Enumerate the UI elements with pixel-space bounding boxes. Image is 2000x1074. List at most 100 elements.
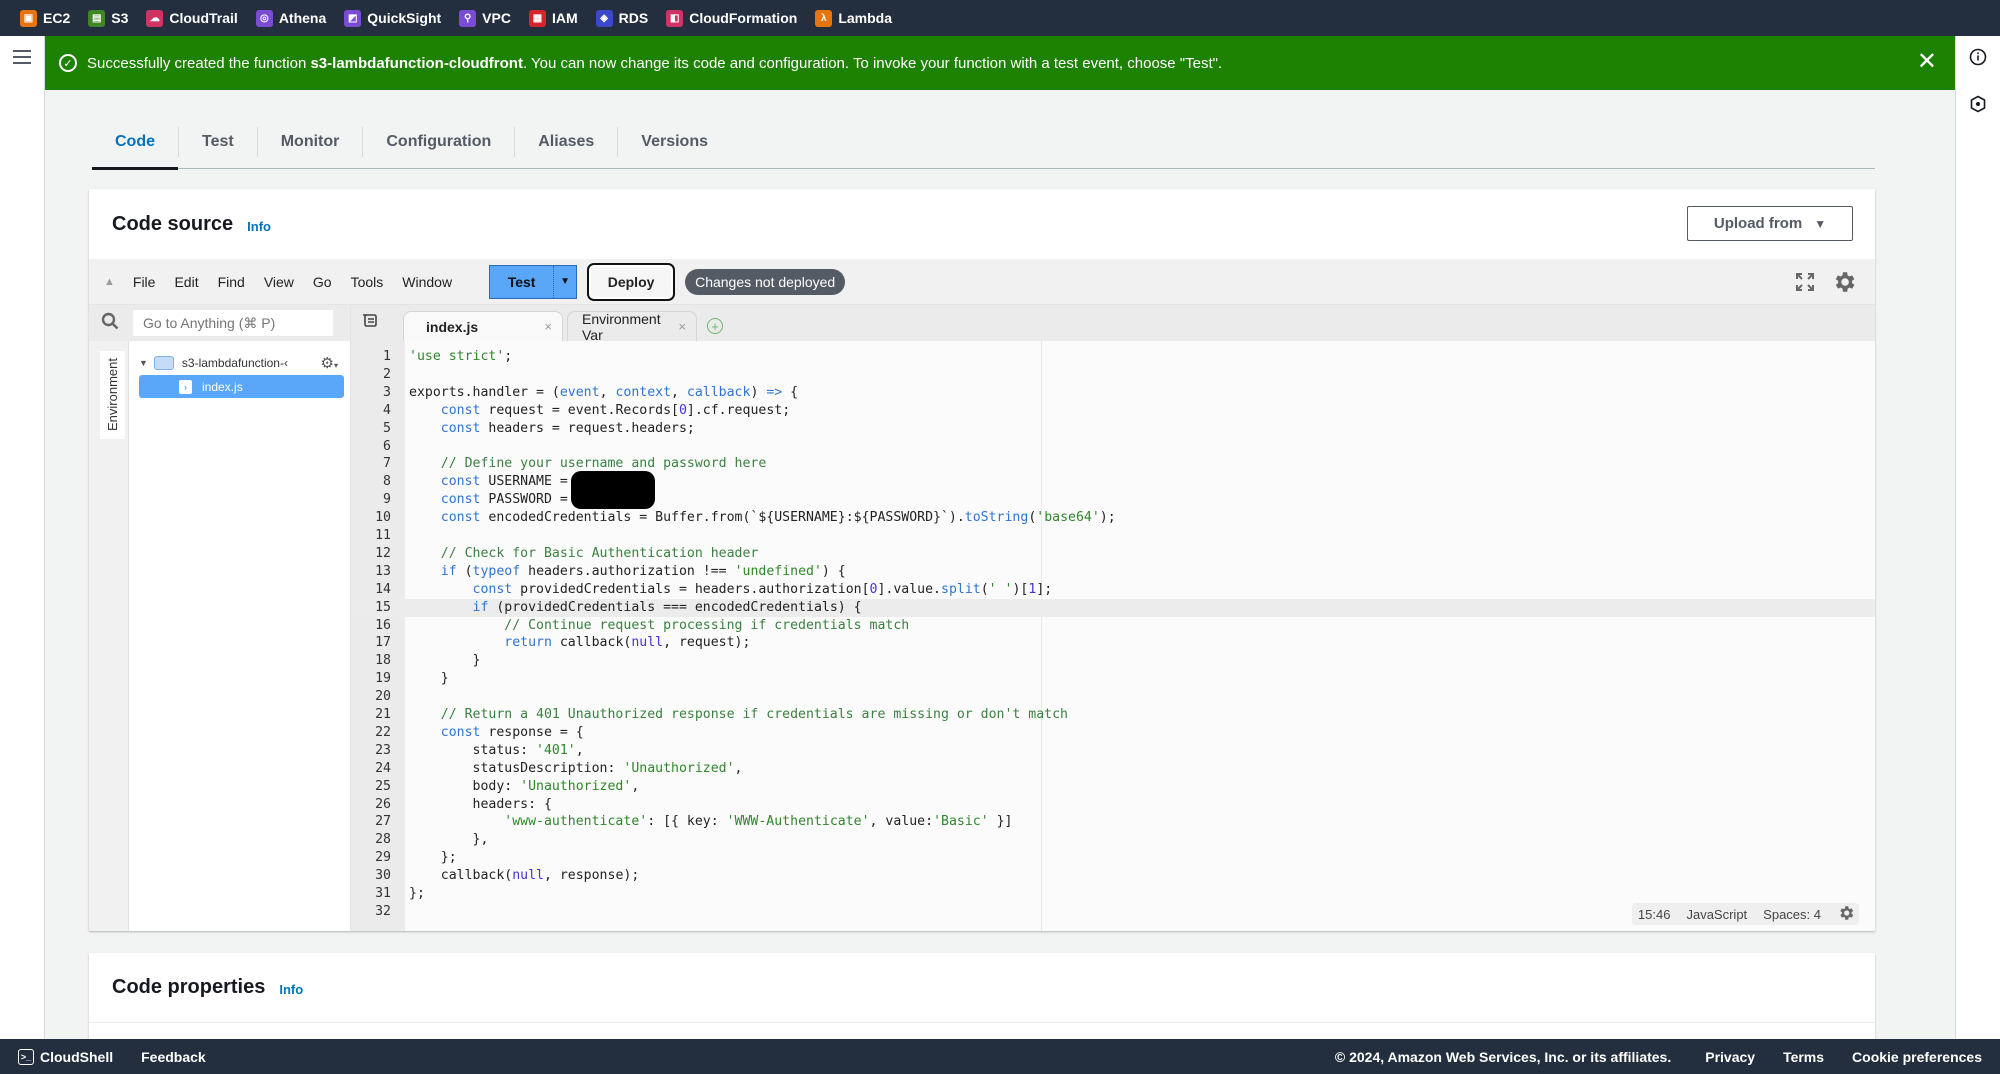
favorite-vpc[interactable]: ⚲ VPC bbox=[459, 9, 511, 27]
menu-edit[interactable]: Edit bbox=[174, 274, 198, 290]
favorite-rds[interactable]: ◈ RDS bbox=[595, 9, 648, 27]
feedback-link[interactable]: Feedback bbox=[141, 1049, 206, 1065]
test-button[interactable]: Test bbox=[490, 265, 555, 298]
code-line[interactable]: 2 bbox=[351, 366, 1875, 384]
cookie-preferences-link[interactable]: Cookie preferences bbox=[1852, 1049, 1982, 1065]
cloudshell-button[interactable]: >_ CloudShell bbox=[18, 1048, 113, 1065]
code-line[interactable]: 11 bbox=[351, 527, 1875, 545]
code-line[interactable]: 25 body: 'Unauthorized', bbox=[351, 778, 1875, 796]
code-line[interactable]: 4 const request = event.Records[0].cf.re… bbox=[351, 402, 1875, 420]
favorite-cloudtrail[interactable]: ☁ CloudTrail bbox=[146, 9, 238, 27]
close-tab-icon[interactable]: × bbox=[678, 319, 686, 334]
code-line[interactable]: 20 bbox=[351, 688, 1875, 706]
code-text: // Return a 401 Unauthorized response if… bbox=[440, 707, 1068, 722]
favorite-lambda[interactable]: λ Lambda bbox=[815, 9, 892, 27]
tab-configuration[interactable]: Configuration bbox=[363, 127, 516, 157]
close-banner-icon[interactable]: ✕ bbox=[1917, 50, 1937, 74]
tree-folder[interactable]: ▼ s3-lambdafunction-‹ ⚙▾ bbox=[139, 351, 344, 374]
close-tab-icon[interactable]: × bbox=[544, 319, 552, 334]
favorite-s3[interactable]: ▤ S3 bbox=[88, 9, 128, 27]
new-tab-plus-icon[interactable]: + bbox=[707, 318, 723, 334]
favorite-athena[interactable]: ◎ Athena bbox=[255, 9, 326, 27]
athena-icon: ◎ bbox=[255, 9, 273, 27]
code-area[interactable]: 1'use strict'; 2 3 exports.handler = (event… bbox=[351, 341, 1875, 931]
code-line[interactable]: 23 status: '401', bbox=[351, 742, 1875, 760]
code-line[interactable]: 14 const providedCredentials = headers.a… bbox=[351, 581, 1875, 599]
code-line[interactable]: 16 // Continue request processing if cre… bbox=[351, 617, 1875, 635]
code-line[interactable]: 5 const headers = request.headers; bbox=[351, 420, 1875, 438]
code-line[interactable]: 13 if (typeof headers.authorization !== … bbox=[351, 563, 1875, 581]
code-line[interactable]: 15 if (providedCredentials === encodedCr… bbox=[351, 598, 1875, 617]
folder-settings-gear-icon[interactable]: ⚙▾ bbox=[321, 354, 338, 372]
menu-go[interactable]: Go bbox=[313, 274, 332, 290]
collapse-toolbar-icon[interactable]: ▲ bbox=[104, 276, 115, 288]
menu-file[interactable]: File bbox=[133, 274, 156, 290]
tab-versions[interactable]: Versions bbox=[618, 127, 731, 157]
code-line[interactable]: 1 'use strict'; bbox=[351, 348, 1875, 366]
code-line[interactable]: 28 }, bbox=[351, 831, 1875, 849]
fullscreen-icon[interactable] bbox=[1795, 272, 1815, 295]
line-number: 31 bbox=[375, 886, 391, 901]
line-number: 15 bbox=[375, 599, 391, 615]
code-text: }; bbox=[409, 850, 457, 866]
code-line[interactable]: 22 const response = { bbox=[351, 724, 1875, 742]
ide-settings-gear-icon[interactable] bbox=[1831, 269, 1857, 298]
s3-icon: ▤ bbox=[88, 9, 106, 27]
info-icon[interactable] bbox=[1966, 45, 1990, 69]
code-text: // Continue request processing if creden… bbox=[504, 617, 910, 633]
editor-tab-environment-variables[interactable]: Environment Var × bbox=[567, 311, 697, 343]
favorite-ec2[interactable]: ▣ EC2 bbox=[20, 9, 70, 27]
code-line[interactable]: 3 exports.handler = (event, context, call… bbox=[351, 384, 1875, 402]
code-source-info-link[interactable]: Info bbox=[247, 219, 271, 234]
favorite-quicksight[interactable]: ◩ QuickSight bbox=[344, 9, 441, 27]
privacy-link[interactable]: Privacy bbox=[1705, 1049, 1755, 1065]
quicksight-icon: ◩ bbox=[344, 9, 362, 27]
vpc-icon: ⚲ bbox=[459, 9, 477, 27]
editor-tab-index-js[interactable]: index.js × bbox=[403, 311, 563, 341]
deploy-button[interactable]: Deploy bbox=[587, 262, 676, 301]
menu-view[interactable]: View bbox=[264, 274, 294, 290]
code-line[interactable]: 9 const PASSWORD = bbox=[351, 491, 1875, 509]
environment-tab[interactable]: Environment bbox=[100, 351, 125, 439]
line-number: 17 bbox=[375, 635, 391, 651]
code-line[interactable]: 27 'www-authenticate': [{ key: 'WWW-Auth… bbox=[351, 813, 1875, 831]
tree-file-index-js[interactable]: › index.js bbox=[139, 375, 344, 398]
favorite-cloudformation[interactable]: ◧ CloudFormation bbox=[666, 9, 797, 27]
tab-test[interactable]: Test bbox=[179, 127, 258, 157]
go-to-anything-input[interactable] bbox=[133, 310, 333, 336]
language-mode[interactable]: JavaScript bbox=[1686, 907, 1747, 922]
editor-settings-gear-icon[interactable] bbox=[1837, 904, 1855, 925]
feedback-hex-icon[interactable] bbox=[1966, 92, 1990, 116]
code-line[interactable]: 8 const USERNAME = bbox=[351, 471, 1875, 510]
code-line[interactable]: 21 // Return a 401 Unauthorized response… bbox=[351, 706, 1875, 724]
expand-arrow-icon[interactable]: ▼ bbox=[139, 358, 148, 368]
code-line[interactable]: 30 callback(null, response); bbox=[351, 867, 1875, 885]
menu-find[interactable]: Find bbox=[218, 274, 245, 290]
code-line[interactable]: 10 const encodedCredentials = Buffer.fro… bbox=[351, 509, 1875, 527]
tab-monitor[interactable]: Monitor bbox=[258, 127, 364, 157]
upload-from-button[interactable]: Upload from ▼ bbox=[1687, 206, 1853, 241]
menu-tools[interactable]: Tools bbox=[351, 274, 384, 290]
indentation-setting[interactable]: Spaces: 4 bbox=[1763, 907, 1821, 922]
menu-icon[interactable] bbox=[13, 50, 31, 64]
code-line[interactable]: 26 headers: { bbox=[351, 796, 1875, 814]
code-line[interactable]: 29 }; bbox=[351, 849, 1875, 867]
tab-list-icon[interactable] bbox=[363, 314, 377, 332]
code-line[interactable]: 24 statusDescription: 'Unauthorized', bbox=[351, 760, 1875, 778]
search-icon[interactable] bbox=[101, 312, 119, 335]
code-line[interactable]: 18 } bbox=[351, 652, 1875, 670]
test-dropdown-icon[interactable]: ▼ bbox=[554, 266, 576, 298]
tab-aliases[interactable]: Aliases bbox=[515, 127, 619, 157]
code-line[interactable]: 31}; bbox=[351, 885, 1875, 903]
cursor-position[interactable]: 15:46 bbox=[1638, 907, 1671, 922]
code-properties-info-link[interactable]: Info bbox=[279, 982, 303, 997]
code-properties-panel: Code properties Info bbox=[89, 953, 1875, 1039]
code-line[interactable]: 12 // Check for Basic Authentication hea… bbox=[351, 545, 1875, 563]
tab-code[interactable]: Code bbox=[92, 127, 179, 170]
menu-window[interactable]: Window bbox=[402, 274, 452, 290]
code-line[interactable]: 19 } bbox=[351, 670, 1875, 688]
code-line[interactable]: 17 return callback(null, request); bbox=[351, 634, 1875, 652]
terms-link[interactable]: Terms bbox=[1783, 1049, 1824, 1065]
code-line[interactable]: 6 bbox=[351, 438, 1875, 456]
favorite-iam[interactable]: ▦ IAM bbox=[528, 9, 578, 27]
